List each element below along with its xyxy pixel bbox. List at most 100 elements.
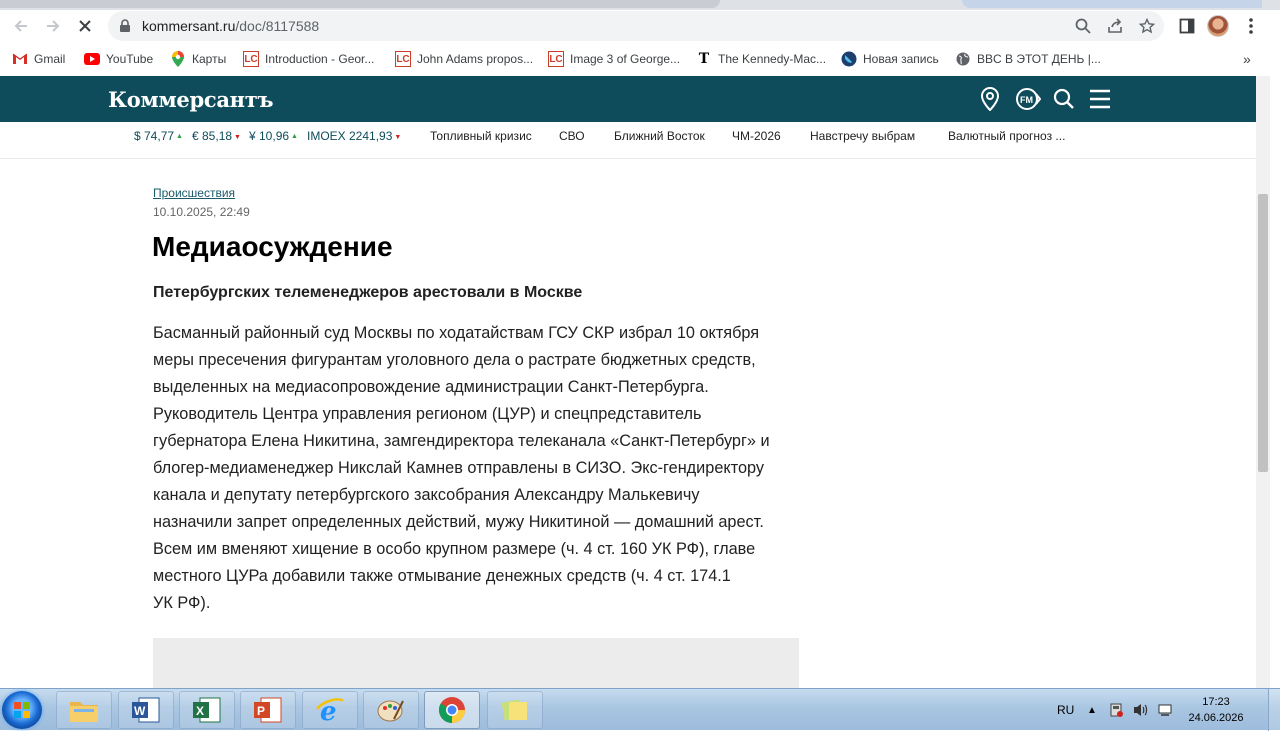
article-body-line: Руководитель Центра управления регионом … [153,405,702,423]
youtube-icon [84,51,100,67]
scrollbar-thumb[interactable] [1258,194,1268,472]
nyt-icon: T [698,51,710,67]
arrow-up-icon: ▲ [176,133,183,140]
paint-palette-icon [377,700,404,722]
chrome-icon [438,697,466,724]
svg-text:FM: FM [1020,95,1033,105]
show-desktop-button[interactable] [1268,689,1280,731]
folder-icon [70,702,98,722]
bookmark-loc-1[interactable]: LC Introduction - Geor... [243,50,374,68]
maps-icon [170,51,186,67]
topic-link[interactable]: СВО [559,129,585,143]
word-icon: W [132,697,160,723]
site-header: Коммерсантъ FM [0,76,1256,122]
arrow-down-icon: ▼ [234,134,241,141]
taskbar-explorer[interactable] [56,691,112,729]
page-scrollbar[interactable] [1256,76,1270,688]
sticky-notes-icon [501,699,527,721]
hamburger-menu-icon[interactable] [1088,87,1112,111]
bookmark-gmail[interactable]: Gmail [12,50,65,68]
bookmark-loc-3[interactable]: LC Image 3 of George... [548,50,680,68]
address-bar[interactable]: kommersant.ru/doc/8117588 [108,11,1164,41]
taskbar-excel[interactable]: X [179,691,235,729]
bookmark-loc-2[interactable]: LC John Adams propos... [395,50,533,68]
volume-icon[interactable] [1132,689,1150,731]
active-tab-edge[interactable] [962,0,1262,8]
topic-link[interactable]: Ближний Восток [614,129,705,143]
search-icon[interactable] [1052,87,1076,111]
article-body-line: Басманный районный суд Москвы по ходатай… [153,324,760,342]
arrow-up-icon: ▲ [291,133,298,140]
location-pin-icon[interactable] [978,87,1002,111]
rate-imoex[interactable]: IMOEX 2241,93 ▼ [307,129,401,143]
article-rubric-link[interactable]: Происшествия [153,186,235,200]
bookmarks-overflow-button[interactable]: » [1243,50,1251,68]
taskbar-paint[interactable] [363,691,419,729]
inactive-tab[interactable] [0,0,720,8]
livejournal-icon [841,51,857,67]
article-subtitle: Петербургских телеменеджеров арестовали … [153,284,583,301]
article-body-line: меры пресечения фигурантам уголовного де… [153,351,756,369]
svg-text:P: P [257,704,265,718]
loc-icon: LC [548,51,564,67]
article-body-line: блогер-медиаменеджер Никслай Камнев отпр… [153,459,765,477]
taskbar-powerpoint[interactable]: P [240,691,296,729]
language-indicator[interactable]: RU [1057,689,1074,731]
windows-logo-icon [14,702,30,718]
stop-loading-button[interactable] [73,14,97,38]
taskbar-sticky-notes[interactable] [487,691,543,729]
start-button[interactable] [2,691,42,729]
bookmarks-bar: Gmail YouTube Карты LC Introduction - Ge… [0,42,1280,76]
back-button[interactable] [9,14,33,38]
ticker-bar: $ 74,77 ▲ € 85,18 ▼ ¥ 10,96 ▲ IMOEX 2241,93… [0,122,1256,159]
article-date: 10.10.2025, 22:49 [153,205,250,219]
back-arrow-icon [14,20,27,32]
bookmark-star-icon[interactable] [1138,17,1156,35]
svg-text:W: W [134,704,146,718]
loc-icon: LC [395,51,411,67]
action-center-icon[interactable] [1157,689,1173,731]
taskbar-clock[interactable]: 17:23 24.06.2026 [1182,694,1250,726]
url-text: kommersant.ru/doc/8117588 [142,18,320,34]
article-body-line: УК РФ). [153,594,211,612]
taskbar-chrome[interactable] [424,691,480,729]
article-body-line: канала и депутату петербургского заксобр… [153,486,700,504]
rate-usd[interactable]: $ 74,77 ▲ [134,129,183,143]
topic-link[interactable]: Топливный кризис [430,129,532,143]
rate-eur[interactable]: € 85,18 ▼ [192,129,241,143]
article-body-line: Всем им вменяют хищение в особо крупном … [153,540,756,558]
rate-cny[interactable]: ¥ 10,96 ▲ [249,129,298,143]
loc-icon: LC [243,51,259,67]
article-body-line: назначили запрет определенных действий, … [153,513,764,531]
windows-taskbar: W X P e RU ▲ 17:23 24.06.2026 [0,688,1280,731]
forward-button[interactable] [41,14,65,38]
bookmark-youtube[interactable]: YouTube [84,50,153,68]
article-body-line: губернатора Елена Никитина, замгендирект… [153,432,770,450]
topic-link[interactable]: Навстречу выбрам [810,129,915,143]
bookmark-maps[interactable]: Карты [170,50,226,68]
taskbar-internet-explorer[interactable]: e [302,691,358,729]
close-icon [79,20,91,32]
bookmark-livejournal[interactable]: Новая запись [841,50,939,68]
gmail-icon [12,51,28,67]
side-panel-icon[interactable] [1177,16,1197,36]
menu-kebab-icon[interactable] [1241,16,1261,36]
bookmark-bbc[interactable]: BBC В ЭТОТ ДЕНЬ |... [955,50,1101,68]
profile-avatar[interactable] [1207,15,1229,37]
share-icon[interactable] [1106,17,1124,35]
tray-expand-icon[interactable]: ▲ [1087,689,1097,731]
bookmark-nyt[interactable]: T The Kennedy-Mac... [696,50,826,68]
article-body-line: выделенных на медиасопровождение админис… [153,378,709,396]
taskbar-word[interactable]: W [118,691,174,729]
article-body-line: местного ЦУРа добавили также отмывание д… [153,567,731,585]
radio-fm-icon[interactable]: FM [1015,87,1041,111]
topic-link[interactable]: Валютный прогноз ... [948,129,1065,143]
article-title: Медиаосуждение [152,231,393,262]
topic-link[interactable]: ЧМ-2026 [732,129,781,143]
site-logo[interactable]: Коммерсантъ [108,87,274,112]
browser-toolbar: kommersant.ru/doc/8117588 [0,10,1280,42]
network-tray-icon[interactable] [1108,689,1124,731]
zoom-icon[interactable] [1074,17,1092,35]
svg-text:X: X [196,704,204,718]
web-page: Коммерсантъ FM $ 74,77 ▲ € 85,18 ▼ ¥ 10,96… [0,76,1256,688]
